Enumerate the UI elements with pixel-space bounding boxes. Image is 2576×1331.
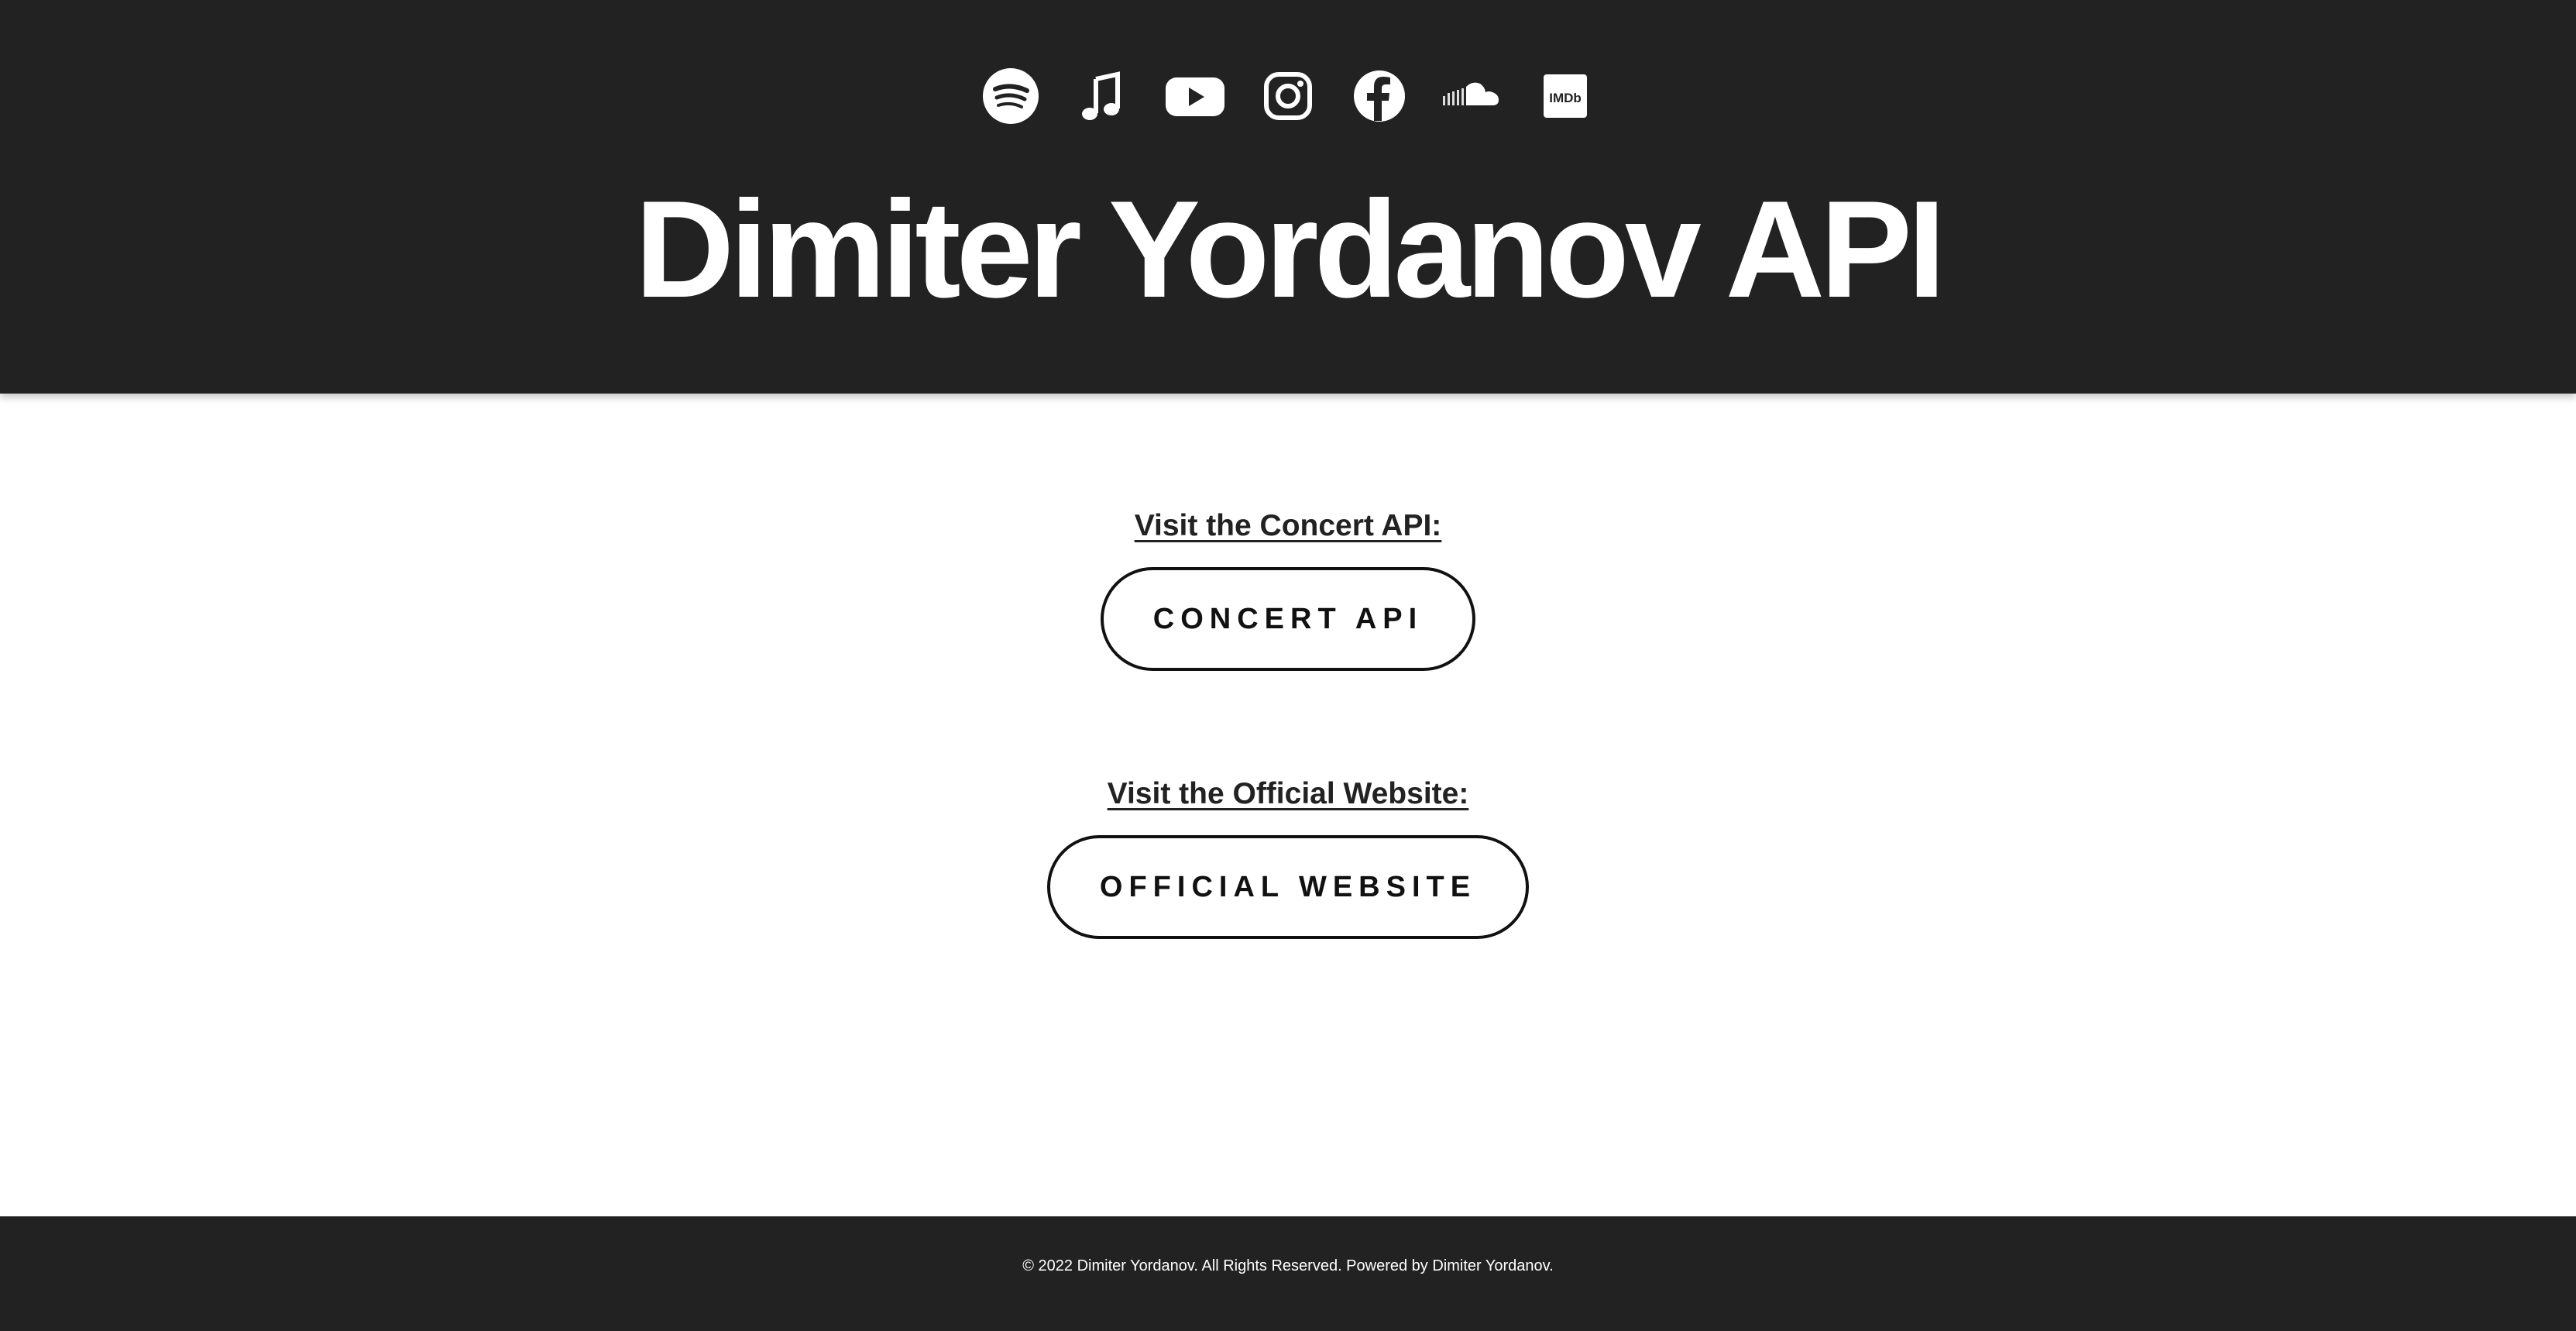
concert-api-heading[interactable]: Visit the Concert API:: [0, 507, 2576, 545]
site-footer: © 2022 Dimiter Yordanov. All Rights Rese…: [0, 1216, 2576, 1331]
youtube-icon[interactable]: [1164, 67, 1226, 126]
spotify-icon[interactable]: [981, 67, 1040, 126]
apple-music-icon[interactable]: [1073, 67, 1132, 126]
concert-api-button[interactable]: CONCERT API: [1100, 567, 1476, 671]
imdb-icon-label: IMDb: [1549, 91, 1582, 105]
official-website-heading[interactable]: Visit the Official Website:: [0, 775, 2576, 813]
site-title: Dimiter Yordanov API: [634, 172, 1946, 326]
social-links: IMDb: [0, 67, 2576, 126]
main-content: Visit the Concert API: CONCERT API Visit…: [0, 394, 2576, 1216]
soundcloud-icon[interactable]: [1441, 67, 1503, 126]
instagram-icon[interactable]: [1259, 67, 1317, 126]
site-header: IMDb Dimiter Yordanov API: [0, 0, 2576, 394]
copyright-text: © 2022 Dimiter Yordanov. All Rights Rese…: [1022, 1257, 1554, 1274]
official-website-section: Visit the Official Website: OFFICIAL WEB…: [0, 775, 2576, 939]
facebook-icon[interactable]: [1350, 67, 1409, 126]
concert-api-section: Visit the Concert API: CONCERT API: [0, 507, 2576, 671]
imdb-icon[interactable]: IMDb: [1536, 67, 1595, 126]
official-website-button[interactable]: OFFICIAL WEBSITE: [1046, 835, 1530, 939]
